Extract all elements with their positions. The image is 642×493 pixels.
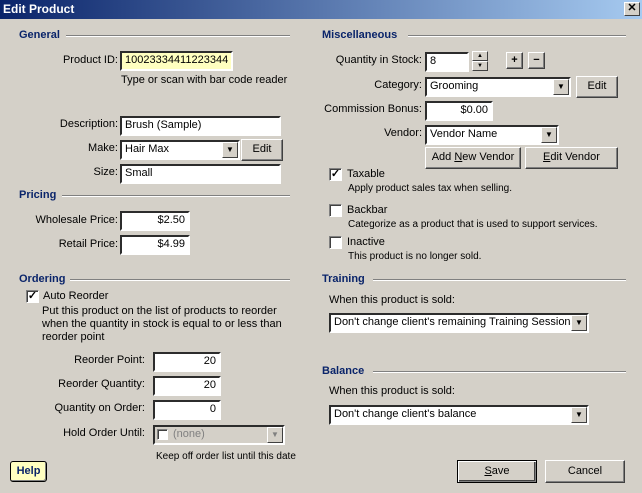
product-id-hint: Type or scan with bar code reader (121, 74, 288, 86)
description-field[interactable]: Brush (Sample) (120, 116, 281, 136)
commission-field[interactable]: $0.00 (425, 101, 493, 121)
qty-minus-button[interactable]: − (528, 52, 545, 69)
qty-stock-spinner[interactable]: ▲ ▼ (472, 51, 488, 71)
qty-on-order-label: Quantity on Order: (54, 402, 146, 414)
qty-stock-field[interactable]: 8 (425, 52, 469, 72)
make-dropdown[interactable]: Hair Max ▼ (120, 140, 240, 160)
chevron-down-icon[interactable]: ▼ (222, 142, 238, 158)
product-id-label: Product ID: (62, 54, 118, 66)
add-vendor-button[interactable]: Add New Vendor (425, 147, 521, 169)
vendor-dropdown[interactable]: Vendor Name ▼ (425, 125, 559, 145)
edit-product-window: Edit Product ✕ General Product ID: 10023… (0, 0, 642, 493)
backbar-label: Backbar (347, 204, 388, 216)
qty-stock-label: Quantity in Stock: (335, 54, 422, 66)
auto-reorder-desc-1: Put this product on the list of products… (42, 305, 277, 317)
balance-heading: Balance (322, 365, 365, 377)
ordering-heading: Ordering (19, 273, 66, 285)
category-edit-button[interactable]: Edit (576, 76, 618, 98)
description-label: Description: (59, 118, 118, 130)
balance-option-dropdown[interactable]: Don't change client's balance ▼ (329, 405, 589, 425)
title-bar: Edit Product ✕ (0, 0, 642, 19)
balance-option-value: Don't change client's balance (334, 408, 477, 420)
hold-until-checkbox[interactable] (157, 429, 168, 440)
auto-reorder-checkbox[interactable]: ✓ (26, 290, 39, 303)
inactive-desc: This product is no longer sold. (348, 251, 482, 262)
misc-heading: Miscellaneous (322, 29, 398, 41)
training-heading: Training (322, 273, 365, 285)
training-divider (373, 279, 626, 281)
checkmark-icon: ✓ (330, 168, 341, 180)
checkmark-icon: ✓ (27, 290, 38, 302)
help-button[interactable]: Help (10, 461, 47, 482)
inactive-label: Inactive (347, 236, 385, 248)
save-button[interactable]: Save (457, 460, 537, 483)
reorder-point-label: Reorder Point: (74, 354, 145, 366)
size-label: Size: (93, 166, 118, 178)
vendor-value: Vendor Name (430, 128, 498, 140)
general-heading: General (19, 29, 60, 41)
cancel-button[interactable]: Cancel (545, 460, 625, 483)
qty-plus-button[interactable]: + (506, 52, 523, 69)
spin-down-icon[interactable]: ▼ (472, 61, 488, 71)
size-field[interactable]: Small (120, 164, 281, 184)
inactive-checkbox[interactable] (329, 236, 342, 249)
close-button[interactable]: ✕ (624, 2, 640, 16)
hold-until-label: Hold Order Until: (63, 427, 145, 439)
chevron-down-icon[interactable]: ▼ (571, 407, 587, 423)
wholesale-price-field[interactable]: $2.50 (120, 211, 190, 231)
reorder-qty-label: Reorder Quantity: (58, 378, 145, 390)
retail-price-field[interactable]: $4.99 (120, 235, 190, 255)
spin-up-icon[interactable]: ▲ (472, 51, 488, 61)
category-value: Grooming (430, 80, 479, 92)
balance-divider (373, 371, 626, 373)
close-icon: ✕ (627, 2, 637, 14)
pricing-heading: Pricing (19, 189, 57, 201)
retail-price-label: Retail Price: (58, 238, 118, 250)
hold-until-date-picker[interactable]: (none) ▼ (153, 425, 285, 445)
general-divider (66, 35, 290, 37)
chevron-down-icon[interactable]: ▼ (541, 127, 557, 143)
pricing-divider (62, 195, 290, 197)
make-label: Make: (88, 142, 118, 154)
product-id-field[interactable]: 10023334411223344 (120, 51, 233, 71)
misc-divider (408, 35, 626, 37)
balance-when-label: When this product is sold: (329, 385, 455, 397)
chevron-down-icon[interactable]: ▼ (553, 79, 569, 95)
category-label: Category: (374, 79, 422, 91)
chevron-down-icon[interactable]: ▼ (571, 315, 587, 331)
commission-label: Commission Bonus: (324, 103, 422, 115)
training-option-value: Don't change client's remaining Training… (334, 316, 577, 328)
ordering-divider (70, 279, 290, 281)
auto-reorder-desc-2: when the quantity in stock is equal to o… (42, 318, 282, 330)
edit-vendor-button[interactable]: Edit Vendor (525, 147, 618, 169)
training-option-dropdown[interactable]: Don't change client's remaining Training… (329, 313, 589, 333)
make-value: Hair Max (125, 143, 170, 155)
chevron-down-icon[interactable]: ▼ (267, 427, 283, 443)
training-when-label: When this product is sold: (329, 294, 455, 306)
hold-until-hint: Keep off order list until this date (156, 451, 296, 462)
auto-reorder-label: Auto Reorder (43, 290, 109, 302)
auto-reorder-desc-3: reorder point (42, 331, 105, 343)
category-dropdown[interactable]: Grooming ▼ (425, 77, 571, 97)
reorder-qty-field[interactable]: 20 (153, 376, 221, 396)
hold-until-value: (none) (173, 428, 205, 440)
backbar-desc: Categorize as a product that is used to … (348, 219, 598, 230)
taxable-desc: Apply product sales tax when selling. (348, 183, 512, 194)
make-edit-button[interactable]: Edit (241, 139, 283, 161)
window-title: Edit Product (3, 2, 75, 16)
vendor-label: Vendor: (384, 127, 422, 139)
taxable-label: Taxable (347, 168, 385, 180)
reorder-point-field[interactable]: 20 (153, 352, 221, 372)
backbar-checkbox[interactable] (329, 204, 342, 217)
qty-on-order-field[interactable]: 0 (153, 400, 221, 420)
taxable-checkbox[interactable]: ✓ (329, 168, 342, 181)
wholesale-price-label: Wholesale Price: (35, 214, 118, 226)
